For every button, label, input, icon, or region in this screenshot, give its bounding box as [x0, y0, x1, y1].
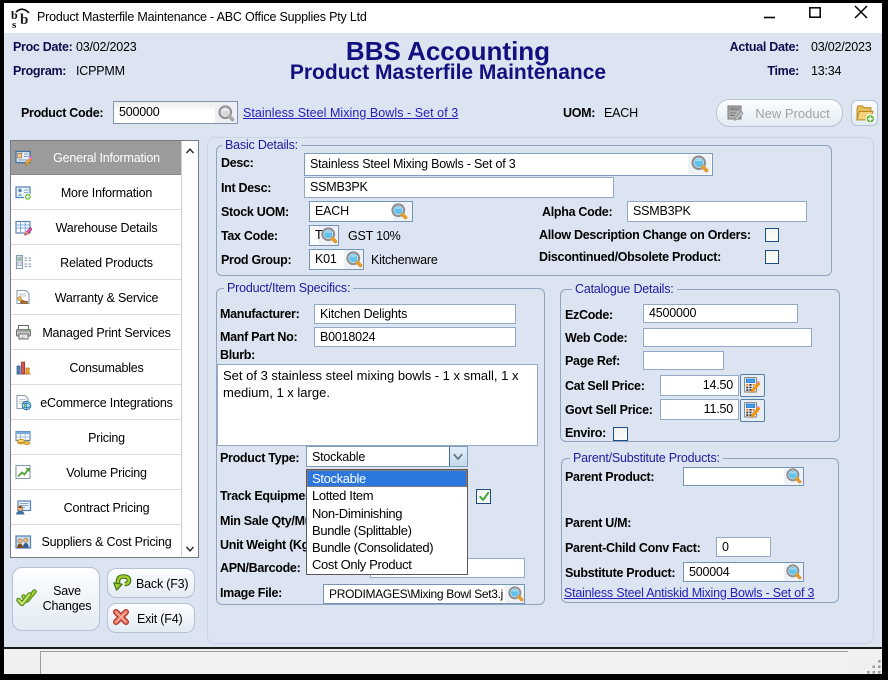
svg-text:b: b [20, 12, 28, 28]
svg-text:s: s [12, 19, 17, 29]
